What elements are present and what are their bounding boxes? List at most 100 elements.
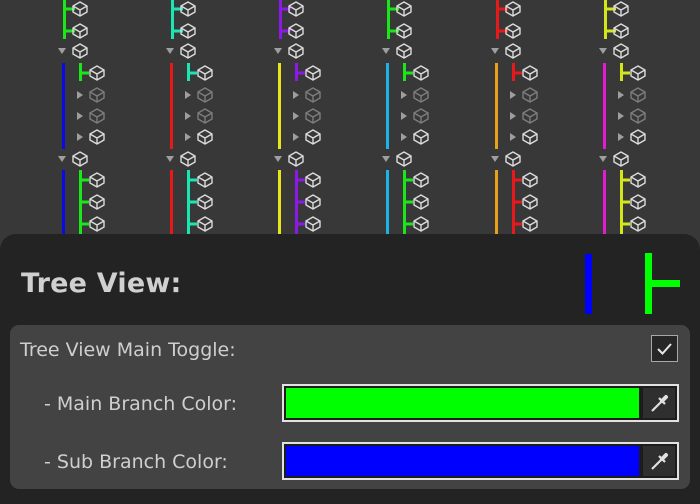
sub-branch-line [604, 0, 607, 39]
main-branch-line [278, 170, 281, 240]
foldout-arrow-icon [491, 48, 499, 54]
foldout-arrow-icon [599, 156, 607, 162]
cube-icon [180, 1, 196, 17]
foldout-arrow-icon [293, 91, 299, 99]
main-branch-line [386, 63, 389, 149]
foldout-arrow-icon [58, 48, 66, 54]
foldout-arrow-icon [274, 156, 282, 162]
cube-icon [396, 23, 412, 39]
sub-branch-line [496, 0, 499, 39]
sub-branch-connector [295, 178, 305, 182]
cube-icon [288, 23, 304, 39]
cube-icon [180, 23, 196, 39]
cube-icon [89, 87, 105, 103]
main-toggle-label: Tree View Main Toggle: [20, 339, 236, 361]
foldout-arrow-icon [166, 48, 174, 54]
main-branch-line [603, 170, 606, 240]
cube-icon [630, 194, 646, 210]
foldout-arrow-icon [510, 112, 516, 120]
cube-icon [72, 43, 88, 59]
foldout-arrow-icon [618, 112, 624, 120]
main-branch-legend-icon [585, 254, 592, 314]
main-branch-line [62, 170, 65, 240]
main-toggle-checkbox[interactable] [651, 335, 678, 362]
panel-title: Tree View: [21, 268, 182, 299]
foldout-arrow-icon [293, 112, 299, 120]
eyedropper-icon [651, 453, 668, 470]
cube-icon [89, 194, 105, 210]
cube-icon [613, 23, 629, 39]
cube-icon [613, 151, 629, 167]
cube-icon [89, 108, 105, 124]
sub-branch-connector [403, 222, 413, 226]
cube-icon [396, 1, 412, 17]
cube-icon [396, 43, 412, 59]
cube-icon [505, 1, 521, 17]
cube-icon [305, 172, 321, 188]
main-branch-eyedropper-button[interactable] [643, 388, 675, 418]
sub-branch-line [63, 0, 66, 39]
cube-icon [180, 151, 196, 167]
main-branch-color-swatch[interactable] [286, 388, 639, 418]
sub-branch-connector [295, 222, 305, 226]
foldout-arrow-icon [58, 156, 66, 162]
main-branch-line [62, 63, 65, 149]
cube-icon [630, 172, 646, 188]
sub-branch-connector [620, 71, 630, 75]
foldout-arrow-icon [401, 91, 407, 99]
sub-branch-connector [79, 200, 89, 204]
foldout-arrow-icon [510, 91, 516, 99]
cube-icon [89, 129, 105, 145]
cube-icon [305, 216, 321, 232]
main-branch-line [495, 170, 498, 240]
sub-branch-connector [620, 178, 630, 182]
cube-icon [613, 43, 629, 59]
cube-icon [197, 65, 213, 81]
sub-branch-legend-arm [645, 280, 680, 287]
sub-branch-line [387, 0, 390, 39]
sub-branch-color-field[interactable] [282, 442, 679, 480]
cube-icon [305, 194, 321, 210]
sub-branch-eyedropper-button[interactable] [643, 446, 675, 476]
sub-branch-connector [512, 71, 522, 75]
sub-branch-connector [512, 222, 522, 226]
cube-icon [288, 43, 304, 59]
cube-icon [288, 1, 304, 17]
foldout-arrow-icon [77, 133, 83, 141]
cube-icon [613, 1, 629, 17]
cube-icon [197, 216, 213, 232]
cube-icon [305, 65, 321, 81]
main-branch-line [170, 170, 173, 240]
main-branch-line [278, 63, 281, 149]
cube-icon [396, 151, 412, 167]
foldout-arrow-icon [618, 91, 624, 99]
cube-icon [413, 65, 429, 81]
cube-icon [630, 216, 646, 232]
cube-icon [288, 151, 304, 167]
cube-icon [630, 129, 646, 145]
cube-icon [197, 194, 213, 210]
cube-icon [522, 216, 538, 232]
foldout-arrow-icon [166, 156, 174, 162]
sub-branch-connector [620, 222, 630, 226]
main-branch-line [170, 63, 173, 149]
sub-branch-connector [79, 222, 89, 226]
sub-branch-color-swatch[interactable] [286, 446, 639, 476]
main-branch-color-field[interactable] [282, 384, 679, 422]
cube-icon [89, 216, 105, 232]
foldout-arrow-icon [77, 91, 83, 99]
main-branch-line [386, 170, 389, 240]
foldout-arrow-icon [185, 112, 191, 120]
cube-icon [522, 172, 538, 188]
eyedropper-icon [651, 395, 668, 412]
cube-icon [630, 108, 646, 124]
cube-icon [630, 65, 646, 81]
sub-branch-connector [512, 200, 522, 204]
cube-icon [505, 151, 521, 167]
checkmark-icon [657, 343, 672, 355]
cube-icon [72, 1, 88, 17]
foldout-arrow-icon [382, 156, 390, 162]
foldout-arrow-icon [618, 133, 624, 141]
cube-icon [505, 43, 521, 59]
foldout-arrow-icon [274, 48, 282, 54]
